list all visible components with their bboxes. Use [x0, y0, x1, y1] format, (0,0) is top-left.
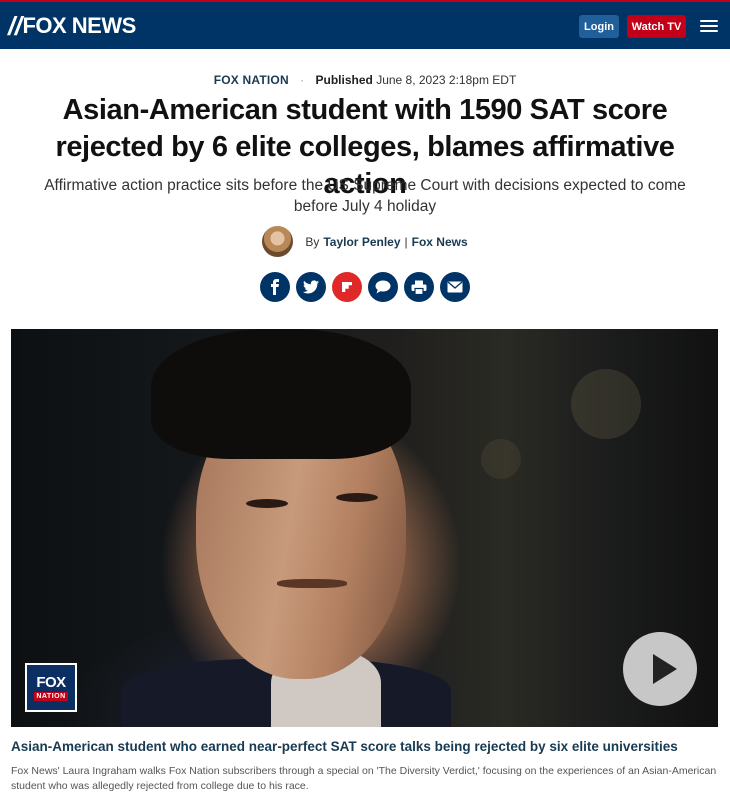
badge-line2: NATION — [34, 691, 68, 701]
published-date: June 8, 2023 2:18pm EDT — [376, 73, 517, 87]
background-bokeh — [481, 439, 521, 479]
hair-shape — [151, 329, 411, 459]
author-avatar[interactable] — [262, 226, 294, 257]
print-icon[interactable] — [404, 272, 434, 302]
section-eyebrow-link[interactable]: FOX NATION — [214, 73, 289, 87]
eye-shape — [336, 493, 378, 502]
watch-tv-button[interactable]: Watch TV — [627, 15, 686, 38]
facebook-icon[interactable] — [260, 272, 290, 302]
comment-icon[interactable] — [368, 272, 398, 302]
play-icon[interactable] — [623, 632, 697, 706]
meta-separator-dot: · — [300, 73, 305, 87]
logo-text: FOX NEWS — [22, 13, 136, 38]
published-label: Published — [315, 73, 373, 87]
login-button[interactable]: Login — [579, 15, 619, 38]
video-caption-text: Fox News' Laura Ingraham walks Fox Natio… — [11, 765, 717, 792]
eye-shape — [246, 499, 288, 508]
video-caption-title[interactable]: Asian-American student who earned near-p… — [11, 739, 718, 754]
hamburger-icon[interactable] — [700, 20, 718, 34]
fox-news-logo[interactable]: // FOX NEWS — [8, 11, 136, 41]
twitter-icon[interactable] — [296, 272, 326, 302]
flipboard-icon[interactable] — [332, 272, 362, 302]
menu-line — [700, 20, 718, 22]
email-icon[interactable] — [440, 272, 470, 302]
fox-nation-badge: FOX NATION — [25, 663, 77, 712]
share-bar — [0, 272, 730, 302]
badge-line1: FOX — [36, 673, 66, 691]
top-nav-bar: // FOX NEWS Login Watch TV — [0, 0, 730, 49]
article-subhead: Affirmative action practice sits before … — [44, 177, 686, 215]
video-player[interactable]: FOX NATION — [11, 329, 718, 727]
menu-line — [700, 30, 718, 32]
mouth-shape — [277, 579, 347, 588]
author-link[interactable]: Taylor Penley — [323, 235, 400, 249]
outlet-link[interactable]: Fox News — [412, 235, 468, 249]
byline-separator: | — [404, 234, 408, 249]
byline-prefix: By — [305, 234, 320, 249]
menu-line — [700, 25, 718, 27]
article-meta: FOX NATION · Published June 8, 2023 2:18… — [0, 73, 730, 87]
byline: By Taylor Penley | Fox News — [0, 226, 730, 257]
background-bokeh — [571, 369, 641, 439]
logo-mark-icon: // — [8, 11, 22, 41]
